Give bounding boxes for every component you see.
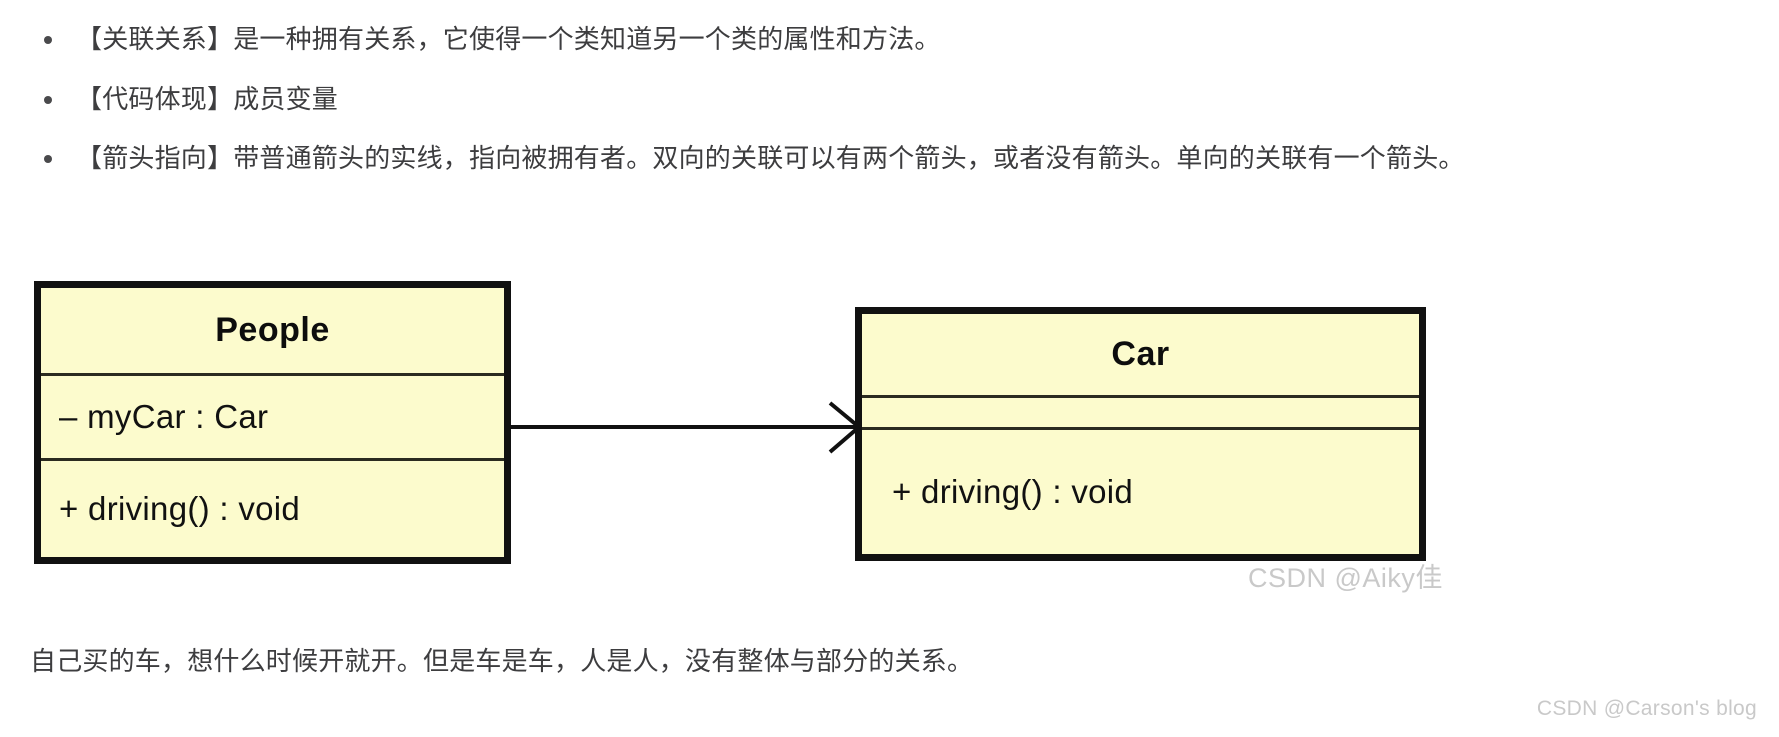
- uml-method-people-driving: + driving() : void: [41, 458, 504, 557]
- watermark-corner: CSDN @Carson's blog: [1536, 697, 1757, 720]
- uml-method-car-driving: + driving() : void: [862, 427, 1419, 554]
- association-arrow[interactable]: [500, 395, 870, 465]
- bullet-item: 【箭头指向】带普通箭头的实线，指向被拥有者。双向的关联可以有两个箭头，或者没有箭…: [44, 143, 1465, 173]
- uml-class-people[interactable]: People – myCar : Car + driving() : void: [34, 281, 511, 564]
- uml-attributes-car-empty: [862, 395, 1419, 427]
- bullet-item: 【关联关系】是一种拥有关系，它使得一个类知道另一个类的属性和方法。: [44, 24, 941, 54]
- uml-attribute-people-mycar: – myCar : Car: [41, 373, 504, 458]
- diagram-caption: 自己买的车，想什么时候开就开。但是车是车，人是人，没有整体与部分的关系。: [30, 646, 974, 676]
- uml-class-name-car: Car: [1111, 335, 1170, 373]
- uml-class-name-people: People: [215, 311, 330, 349]
- uml-class-car[interactable]: Car + driving() : void: [855, 307, 1426, 561]
- watermark-inner: CSDN @Aiky佳: [1248, 563, 1443, 593]
- bullet-item: 【代码体现】成员变量: [44, 84, 338, 114]
